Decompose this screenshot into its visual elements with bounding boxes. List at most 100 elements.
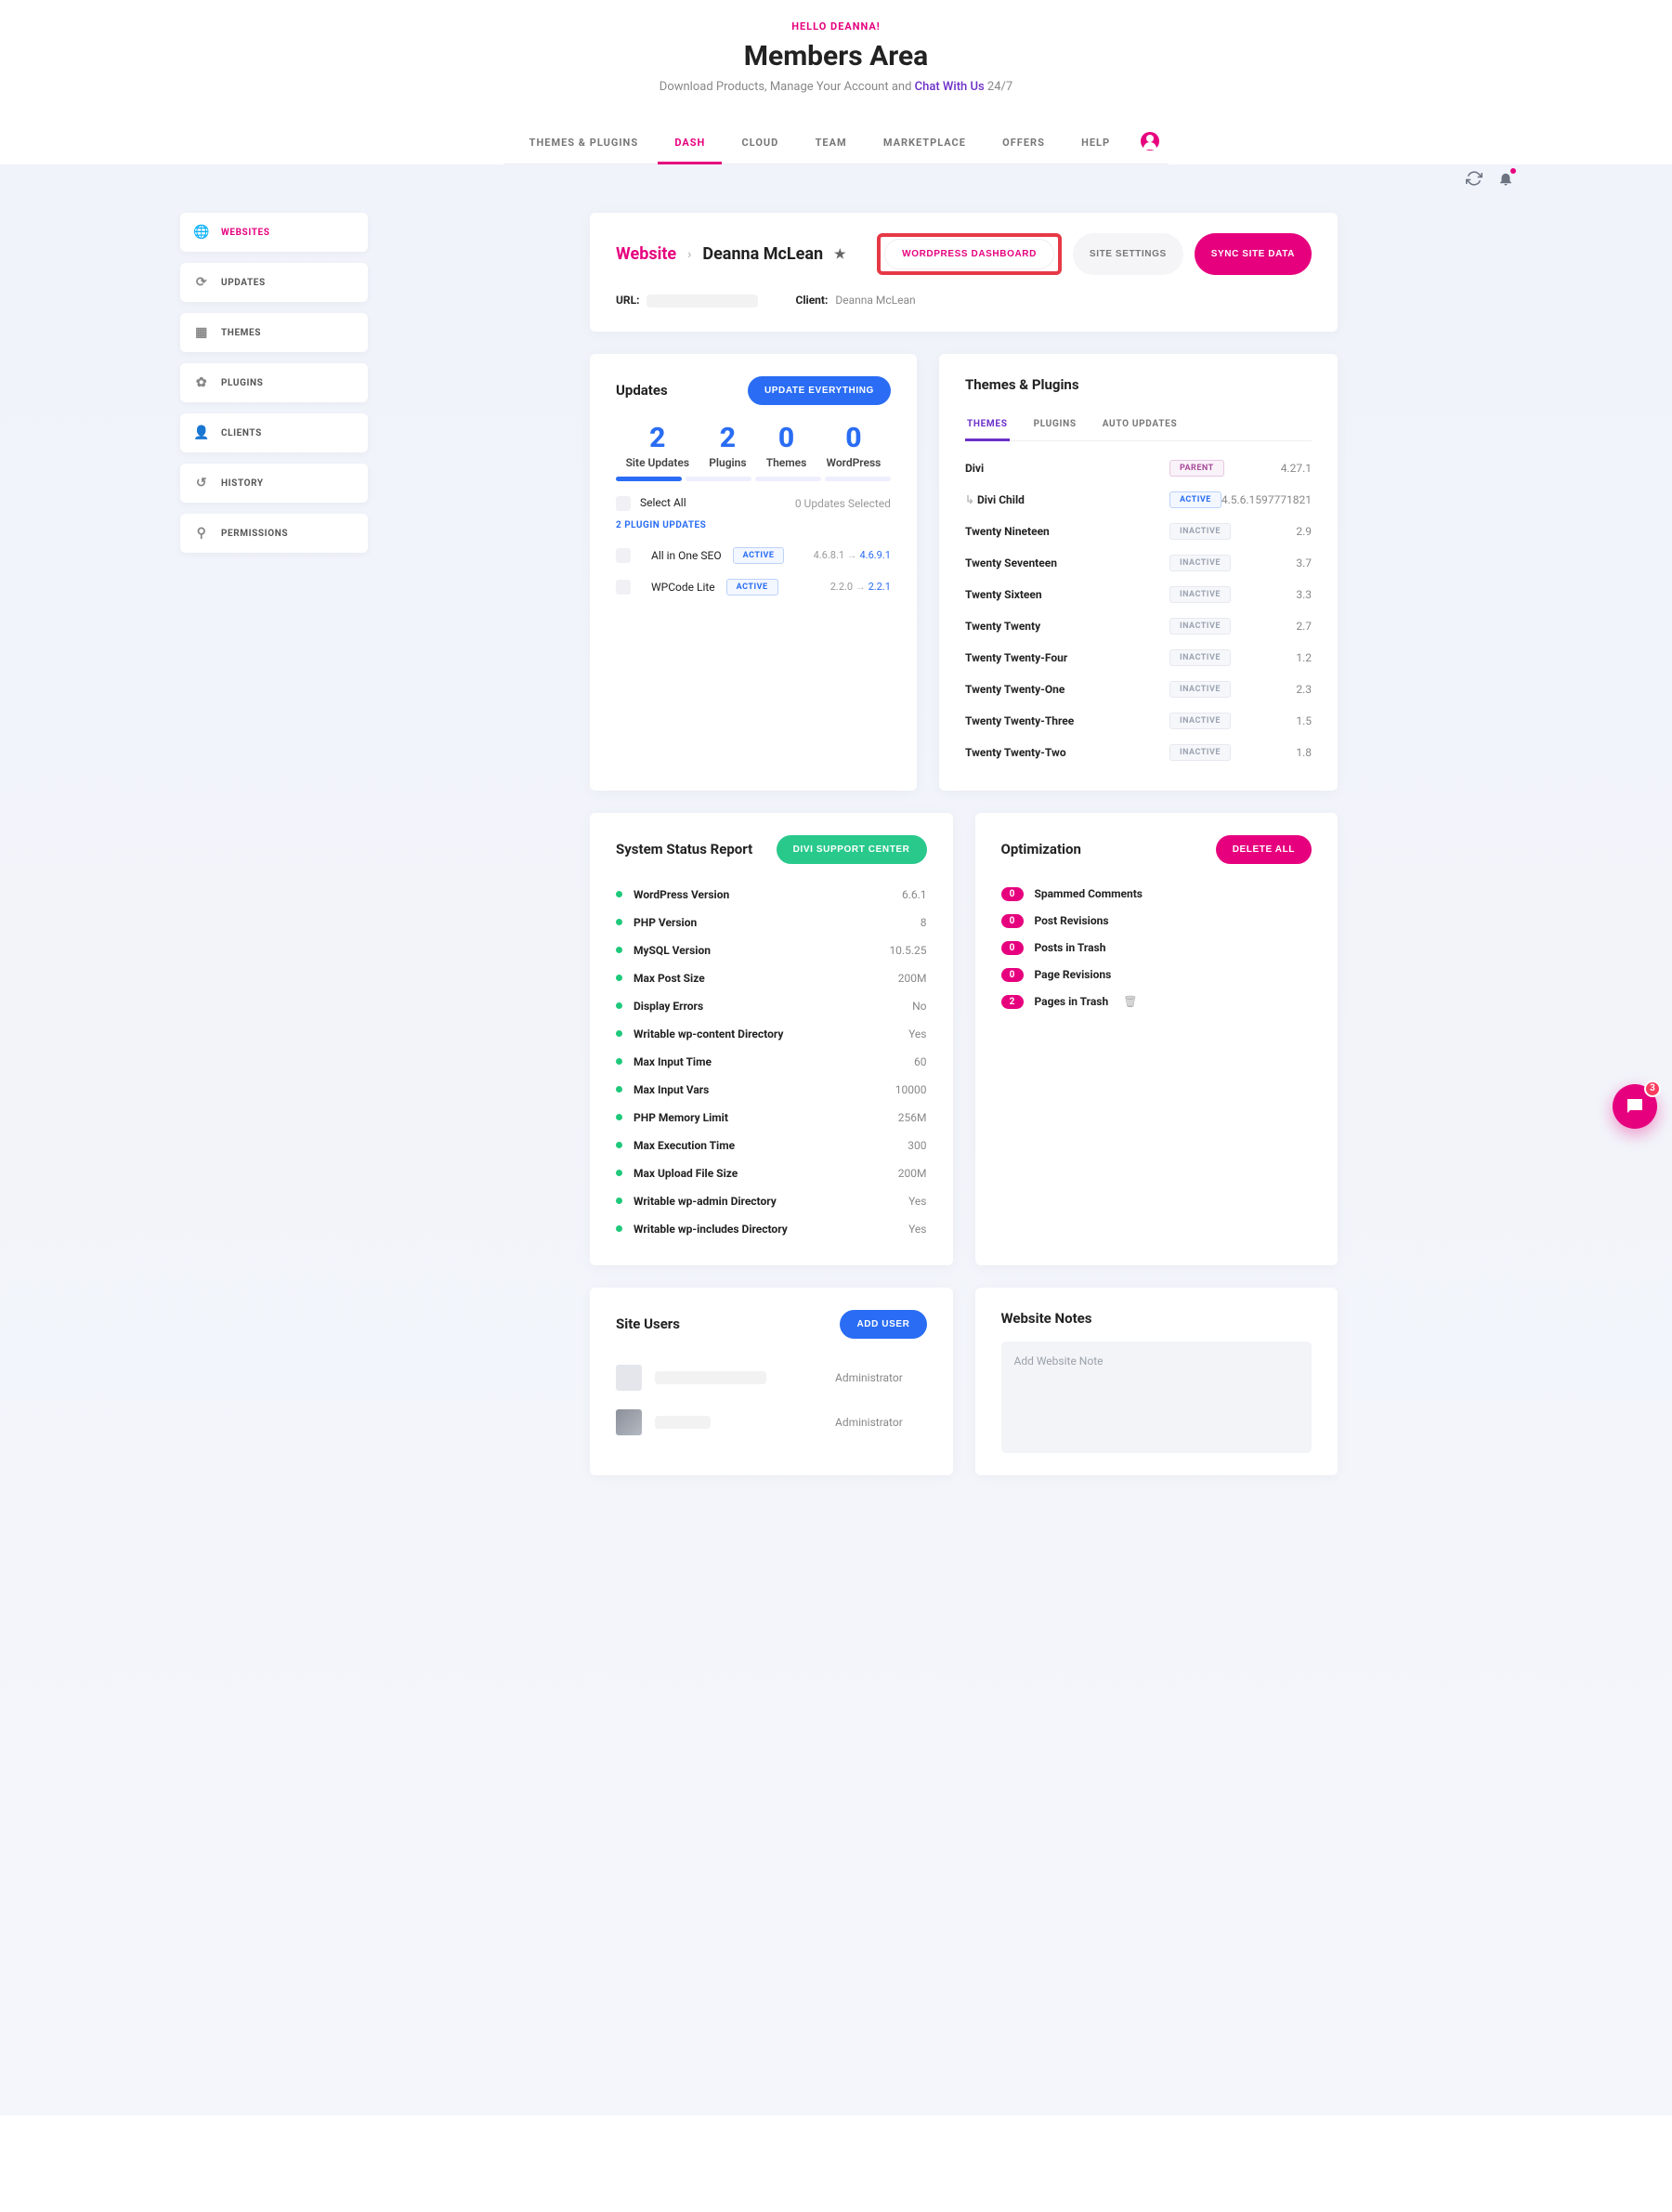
status-dot-icon [616, 1030, 622, 1037]
status-badge: INACTIVE [1169, 555, 1231, 571]
nav-dash[interactable]: DASH [658, 124, 722, 164]
plugin-name: All in One SEO [651, 549, 722, 562]
tab-themes[interactable]: THEMES [965, 410, 1010, 441]
sync-site-data-button[interactable]: SYNC SITE DATA [1195, 233, 1312, 275]
client-value: Deanna McLean [835, 294, 915, 307]
bell-dot-icon [1510, 168, 1516, 174]
theme-row: Twenty Nineteen INACTIVE 2.9 [965, 516, 1312, 547]
status-value: 60 [914, 1055, 927, 1068]
nav-themes-plugins[interactable]: THEMES & PLUGINS [513, 124, 655, 162]
optimization-label: Page Revisions [1035, 968, 1112, 981]
status-badge: INACTIVE [1169, 586, 1231, 603]
theme-name: Twenty Seventeen [965, 556, 1169, 569]
status-value: 10000 [895, 1083, 927, 1096]
updates-title: Updates [616, 382, 668, 399]
themes-plugins-card: Themes & Plugins THEMES PLUGINS AUTO UPD… [939, 354, 1338, 791]
site-users-title: Site Users [616, 1315, 680, 1332]
website-name: Deanna McLean [702, 244, 823, 264]
user-row: Administrator [616, 1355, 927, 1400]
theme-name: Twenty Twenty-One [965, 683, 1169, 696]
themes-plugins-title: Themes & Plugins [965, 376, 1312, 393]
theme-version: 2.7 [1296, 620, 1312, 633]
theme-version: 2.9 [1296, 525, 1312, 538]
select-all-checkbox[interactable] [616, 496, 631, 511]
count-badge: 0 [1001, 887, 1024, 901]
plugin-updates-heading: 2 PLUGIN UPDATES [616, 520, 891, 530]
chat-fab[interactable]: 3 [1613, 1084, 1657, 1129]
theme-name: Twenty Nineteen [965, 525, 1169, 538]
status-badge: INACTIVE [1169, 618, 1231, 635]
system-status-title: System Status Report [616, 841, 752, 857]
optimization-row: 0 Page Revisions [1001, 962, 1313, 988]
website-header-card: Website › Deanna McLean ★ WORDPRESS DASH… [590, 213, 1338, 332]
optimization-row: 2 Pages in Trash 🗑 [1001, 988, 1313, 1015]
user-role: Administrator [835, 1371, 903, 1384]
status-name: Max Post Size [634, 972, 898, 985]
delete-all-button[interactable]: DELETE ALL [1216, 835, 1312, 864]
status-badge: ACTIVE [726, 579, 778, 596]
user-avatar-icon[interactable] [1141, 132, 1159, 151]
trash-icon[interactable]: 🗑 [1123, 995, 1137, 1008]
theme-version: 3.3 [1296, 588, 1312, 601]
count-badge: 0 [1001, 941, 1024, 955]
update-everything-button[interactable]: UPDATE EVERYTHING [748, 376, 891, 405]
status-badge: INACTIVE [1169, 744, 1231, 761]
user-avatar [616, 1365, 642, 1391]
nav-cloud[interactable]: CLOUD [725, 124, 796, 162]
breadcrumb-root[interactable]: Website [616, 244, 676, 264]
divi-support-center-button[interactable]: DIVI SUPPORT CENTER [777, 835, 927, 864]
stat-wordpress-num: 0 [827, 422, 882, 454]
status-dot-icon [616, 1170, 622, 1176]
optimization-title: Optimization [1001, 841, 1081, 857]
nav-help[interactable]: HELP [1065, 124, 1127, 162]
status-row: PHP Memory Limit 256M [616, 1104, 927, 1132]
theme-row: Twenty Twenty-Two INACTIVE 1.8 [965, 737, 1312, 768]
wordpress-dashboard-button[interactable]: WORDPRESS DASHBOARD [884, 239, 1054, 269]
status-badge: INACTIVE [1169, 681, 1231, 698]
star-icon[interactable]: ★ [834, 247, 846, 262]
updates-card: Updates UPDATE EVERYTHING 2Site Updates … [590, 354, 917, 791]
theme-name: Divi [965, 462, 1169, 475]
website-notes-input[interactable]: Add Website Note [1001, 1342, 1313, 1453]
status-name: Writable wp-includes Directory [634, 1223, 908, 1236]
theme-row: Twenty Twenty-Four INACTIVE 1.2 [965, 642, 1312, 674]
status-value: 200M [898, 1167, 927, 1180]
theme-row: Twenty Twenty-One INACTIVE 2.3 [965, 674, 1312, 705]
status-dot-icon [616, 1086, 622, 1093]
status-dot-icon [616, 1114, 622, 1120]
status-name: Max Upload File Size [634, 1167, 898, 1180]
theme-name: Twenty Twenty-Four [965, 651, 1169, 664]
nav-team[interactable]: TEAM [799, 124, 864, 162]
count-badge: 0 [1001, 914, 1024, 928]
site-users-card: Site Users ADD USER Administrator Admini… [590, 1288, 953, 1475]
plugin-checkbox[interactable] [616, 548, 631, 563]
status-value: Yes [908, 1223, 926, 1236]
site-settings-button[interactable]: SITE SETTINGS [1073, 233, 1183, 275]
tab-auto-updates[interactable]: AUTO UPDATES [1101, 410, 1180, 440]
status-name: Max Input Vars [634, 1083, 895, 1096]
stat-site-updates-label: Site Updates [626, 456, 689, 469]
bell-icon[interactable] [1497, 170, 1514, 187]
add-user-button[interactable]: ADD USER [840, 1310, 926, 1339]
nav-marketplace[interactable]: MARKETPLACE [867, 124, 983, 162]
status-dot-icon [616, 975, 622, 981]
plugin-checkbox[interactable] [616, 580, 631, 595]
tab-plugins[interactable]: PLUGINS [1032, 410, 1078, 440]
status-row: Max Input Time 60 [616, 1048, 927, 1076]
updates-selected: 0 Updates Selected [795, 497, 891, 510]
theme-version: 1.5 [1296, 714, 1312, 727]
status-badge: ACTIVE [733, 547, 785, 564]
chat-link[interactable]: Chat With Us [915, 80, 985, 94]
url-value [647, 294, 758, 308]
theme-row: Twenty Twenty INACTIVE 2.7 [965, 610, 1312, 642]
status-row: Writable wp-includes Directory Yes [616, 1215, 927, 1243]
status-dot-icon [616, 1225, 622, 1232]
status-dot-icon [616, 919, 622, 925]
count-badge: 0 [1001, 968, 1024, 982]
status-dot-icon [616, 891, 622, 897]
nav-offers[interactable]: OFFERS [986, 124, 1062, 162]
website-notes-card: Website Notes Add Website Note [975, 1288, 1339, 1475]
status-badge: INACTIVE [1169, 713, 1231, 729]
optimization-row: 0 Post Revisions [1001, 908, 1313, 935]
status-badge: PARENT [1169, 460, 1224, 477]
